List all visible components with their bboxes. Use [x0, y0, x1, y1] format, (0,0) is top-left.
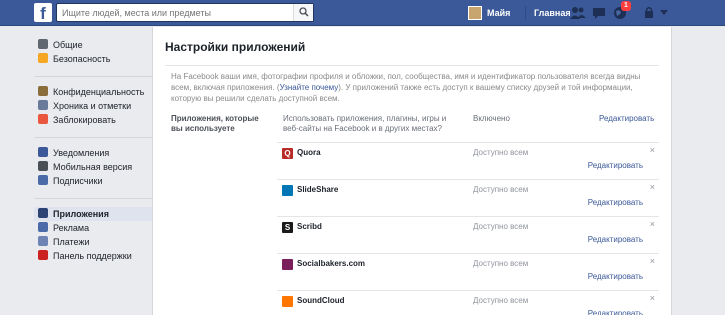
- sidebar-item[interactable]: Подписчики: [34, 174, 152, 188]
- sidebar-item-label: Панель поддержки: [53, 251, 132, 261]
- app-name[interactable]: Socialbakers.com: [297, 259, 365, 268]
- app-edit-link[interactable]: Редактировать: [588, 272, 643, 281]
- home-link[interactable]: Главная: [534, 8, 571, 18]
- remove-app-close-icon[interactable]: ×: [650, 293, 655, 303]
- globe-icon: [38, 147, 48, 157]
- sidebar-item[interactable]: Безопасность: [34, 52, 152, 66]
- sidebar-group: Приложения Реклама Платежи Панель поддержки: [34, 207, 152, 263]
- sidebar-item[interactable]: Хроника и отметки: [34, 99, 152, 113]
- sidebar-item[interactable]: Реклама: [34, 221, 152, 235]
- sidebar-item-label: Общие: [53, 40, 83, 50]
- scribd-icon: S: [282, 222, 293, 233]
- friend-requests-icon[interactable]: [570, 6, 586, 20]
- sidebar-group: Общие Безопасность: [34, 38, 152, 66]
- app-visibility: Доступно всем: [473, 259, 529, 268]
- sidebar-item[interactable]: Общие: [34, 38, 152, 52]
- apps-platform-description: Использовать приложения, плагины, игры и…: [283, 114, 447, 133]
- notification-badge: 1: [621, 1, 631, 11]
- app-name[interactable]: Scribd: [297, 222, 322, 231]
- sidebar-item-label: Приложения: [53, 209, 109, 219]
- sidebar-item-label: Заблокировать: [53, 115, 116, 125]
- app-visibility: Доступно всем: [473, 296, 529, 305]
- app-row[interactable]: Q Quora Доступно всем × Редактировать: [277, 142, 659, 178]
- messages-icon[interactable]: [592, 6, 606, 20]
- search-icon: [299, 7, 309, 17]
- app-row[interactable]: Socialbakers.com Доступно всем × Редактиров…: [277, 253, 659, 289]
- app-row[interactable]: S Scribd Доступно всем × Редактировать: [277, 216, 659, 252]
- remove-app-close-icon[interactable]: ×: [650, 256, 655, 266]
- sidebar-item-label: Уведомления: [53, 148, 110, 158]
- user-avatar[interactable]: [468, 6, 482, 20]
- sidebar-item[interactable]: Приложения: [34, 207, 152, 221]
- sidebar-item-label: Платежи: [53, 237, 90, 247]
- sidebar-item-label: Реклама: [53, 223, 90, 233]
- profile-link[interactable]: Майя: [487, 8, 510, 18]
- remove-app-close-icon[interactable]: ×: [650, 219, 655, 229]
- remove-app-close-icon[interactable]: ×: [650, 145, 655, 155]
- sidebar-item-label: Подписчики: [53, 176, 103, 186]
- sidebar-item[interactable]: Платежи: [34, 235, 152, 249]
- sidebar-item[interactable]: Мобильная версия: [34, 160, 152, 174]
- sidebar-item[interactable]: Уведомления: [34, 146, 152, 160]
- page-title: Настройки приложений: [165, 40, 306, 54]
- app-name[interactable]: SoundCloud: [297, 296, 345, 305]
- rss-icon: [38, 175, 48, 185]
- quora-icon: Q: [282, 148, 293, 159]
- sidebar-divider: [34, 137, 152, 138]
- apps-platform-status: Включено: [473, 114, 510, 123]
- support-icon: [38, 250, 48, 260]
- search-box[interactable]: [56, 3, 314, 22]
- app-edit-link[interactable]: Редактировать: [588, 161, 643, 170]
- sidebar-item[interactable]: Панель поддержки: [34, 249, 152, 263]
- gear-icon: [38, 39, 48, 49]
- timeline-icon: [38, 100, 48, 110]
- account-menu-chevron-down-icon[interactable]: [660, 10, 668, 16]
- sidebar-divider: [34, 76, 152, 77]
- sidebar-item-label: Хроника и отметки: [53, 101, 132, 111]
- search-input[interactable]: [57, 4, 287, 21]
- top-divider: [525, 6, 526, 20]
- sidebar-item[interactable]: Конфиденциальность: [34, 85, 152, 99]
- socialbakers-icon: [282, 259, 293, 270]
- sidebar-divider: [34, 198, 152, 199]
- facebook-logo-icon[interactable]: f: [34, 3, 52, 22]
- app-visibility: Доступно всем: [473, 222, 529, 231]
- app-settings-panel: Настройки приложений На Facebook ваши им…: [152, 27, 672, 315]
- block-icon: [38, 114, 48, 124]
- app-row[interactable]: SoundCloud Доступно всем × Редактировать: [277, 290, 659, 315]
- lock-icon: [38, 53, 48, 63]
- learn-why-link[interactable]: Узнайте почему: [280, 83, 339, 92]
- payments-icon: [38, 236, 48, 246]
- sidebar-item-label: Безопасность: [53, 54, 111, 64]
- sidebar-item-label: Мобильная версия: [53, 162, 133, 172]
- sidebar-group: Уведомления Мобильная версия Подписчики: [34, 146, 152, 188]
- app-name[interactable]: SlideShare: [297, 185, 338, 194]
- ads-icon: [38, 222, 48, 232]
- app-visibility: Доступно всем: [473, 148, 529, 157]
- slideshare-icon: [282, 185, 293, 196]
- app-edit-link[interactable]: Редактировать: [588, 235, 643, 244]
- privacy-icon: [38, 86, 48, 96]
- apps-platform-edit-link[interactable]: Редактировать: [599, 114, 654, 123]
- app-edit-link[interactable]: Редактировать: [588, 198, 643, 207]
- app-name[interactable]: Quora: [297, 148, 321, 157]
- intro-text: На Facebook ваши имя, фотографии профиля…: [171, 71, 653, 104]
- title-divider: [165, 65, 659, 66]
- section-label: Приложения, которые вы используете: [171, 114, 259, 133]
- soundcloud-icon: [282, 296, 293, 307]
- search-button[interactable]: [293, 4, 313, 21]
- settings-sidebar: Общие Безопасность Конфиденциальность Хрони…: [34, 38, 152, 273]
- sidebar-item[interactable]: Заблокировать: [34, 113, 152, 127]
- mobile-icon: [38, 161, 48, 171]
- app-visibility: Доступно всем: [473, 185, 529, 194]
- app-edit-link[interactable]: Редактировать: [588, 309, 643, 315]
- privacy-shortcuts-icon[interactable]: [643, 6, 655, 19]
- sidebar-item-label: Конфиденциальность: [53, 87, 145, 97]
- app-row[interactable]: SlideShare Доступно всем × Редактировать: [277, 179, 659, 215]
- sidebar-group: Конфиденциальность Хроника и отметки Забло…: [34, 85, 152, 127]
- apps-icon: [38, 208, 48, 218]
- top-bar: f Майя Главная 1: [0, 0, 725, 26]
- remove-app-close-icon[interactable]: ×: [650, 182, 655, 192]
